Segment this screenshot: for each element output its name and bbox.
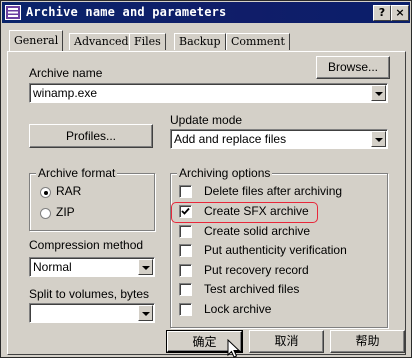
split-volumes-dropdown-arrow-icon[interactable] <box>138 305 153 321</box>
update-mode-dropdown-arrow-icon[interactable] <box>371 131 386 147</box>
test-archived-checkbox[interactable] <box>179 283 192 296</box>
update-mode-label: Update mode <box>170 113 243 127</box>
recovery-record-label[interactable]: Put recovery record <box>204 263 309 277</box>
create-solid-checkbox[interactable] <box>179 225 192 238</box>
test-archived-label[interactable]: Test archived files <box>204 282 299 296</box>
mouse-cursor-icon <box>227 339 241 358</box>
browse-button[interactable]: Browse... <box>316 56 390 79</box>
delete-files-checkbox[interactable] <box>179 185 192 198</box>
create-solid-label[interactable]: Create solid archive <box>204 224 310 238</box>
tab-comment[interactable]: Comment <box>226 33 290 50</box>
archive-format-group: Archive format RAR ZIP <box>29 166 155 231</box>
tab-general[interactable]: General <box>9 30 64 51</box>
cancel-button[interactable]: 取消 <box>249 330 324 353</box>
archive-name-label: Archive name <box>29 66 103 80</box>
lock-archive-label[interactable]: Lock archive <box>204 302 271 316</box>
sfx-option-highlight <box>171 202 318 223</box>
delete-files-label[interactable]: Delete files after archiving <box>204 184 342 198</box>
compression-method-combo[interactable]: Normal <box>29 257 155 277</box>
zip-radio-label[interactable]: ZIP <box>56 205 75 219</box>
help-button[interactable]: 帮助 <box>330 330 405 353</box>
zip-radio[interactable] <box>40 208 51 219</box>
tab-advanced[interactable]: Advanced <box>69 33 134 50</box>
tab-backup[interactable]: Backup <box>174 33 226 50</box>
archive-format-title: Archive format <box>36 166 118 180</box>
tab-files[interactable]: Files <box>129 33 166 50</box>
lock-archive-checkbox[interactable] <box>179 303 192 316</box>
archive-name-value: winamp.exe <box>33 86 98 100</box>
compression-method-value: Normal <box>33 260 72 274</box>
rar-radio-label[interactable]: RAR <box>56 184 81 198</box>
authenticity-label[interactable]: Put authenticity verification <box>204 243 347 257</box>
archive-name-dropdown-arrow-icon[interactable] <box>371 85 386 101</box>
title-bar[interactable]: Archive name and parameters ? × <box>2 2 410 23</box>
winrar-app-icon <box>5 5 21 20</box>
profiles-button[interactable]: Profiles... <box>29 124 153 148</box>
window-title: Archive name and parameters <box>26 5 227 19</box>
archiving-options-title: Archiving options <box>177 166 273 180</box>
update-mode-value: Add and replace files <box>174 132 287 146</box>
split-volumes-label: Split to volumes, bytes <box>29 287 150 301</box>
rar-radio[interactable] <box>40 187 51 198</box>
update-mode-combo[interactable]: Add and replace files <box>170 129 388 149</box>
close-title-button[interactable]: × <box>391 5 409 21</box>
archive-name-combo[interactable]: winamp.exe <box>29 83 388 103</box>
help-title-button[interactable]: ? <box>373 5 391 21</box>
dialog-window: Archive name and parameters ? × General … <box>0 0 412 358</box>
split-volumes-combo[interactable] <box>29 303 155 323</box>
recovery-record-checkbox[interactable] <box>179 264 192 277</box>
compression-dropdown-arrow-icon[interactable] <box>138 259 153 275</box>
authenticity-checkbox[interactable] <box>179 244 192 257</box>
compression-method-label: Compression method <box>29 238 144 252</box>
